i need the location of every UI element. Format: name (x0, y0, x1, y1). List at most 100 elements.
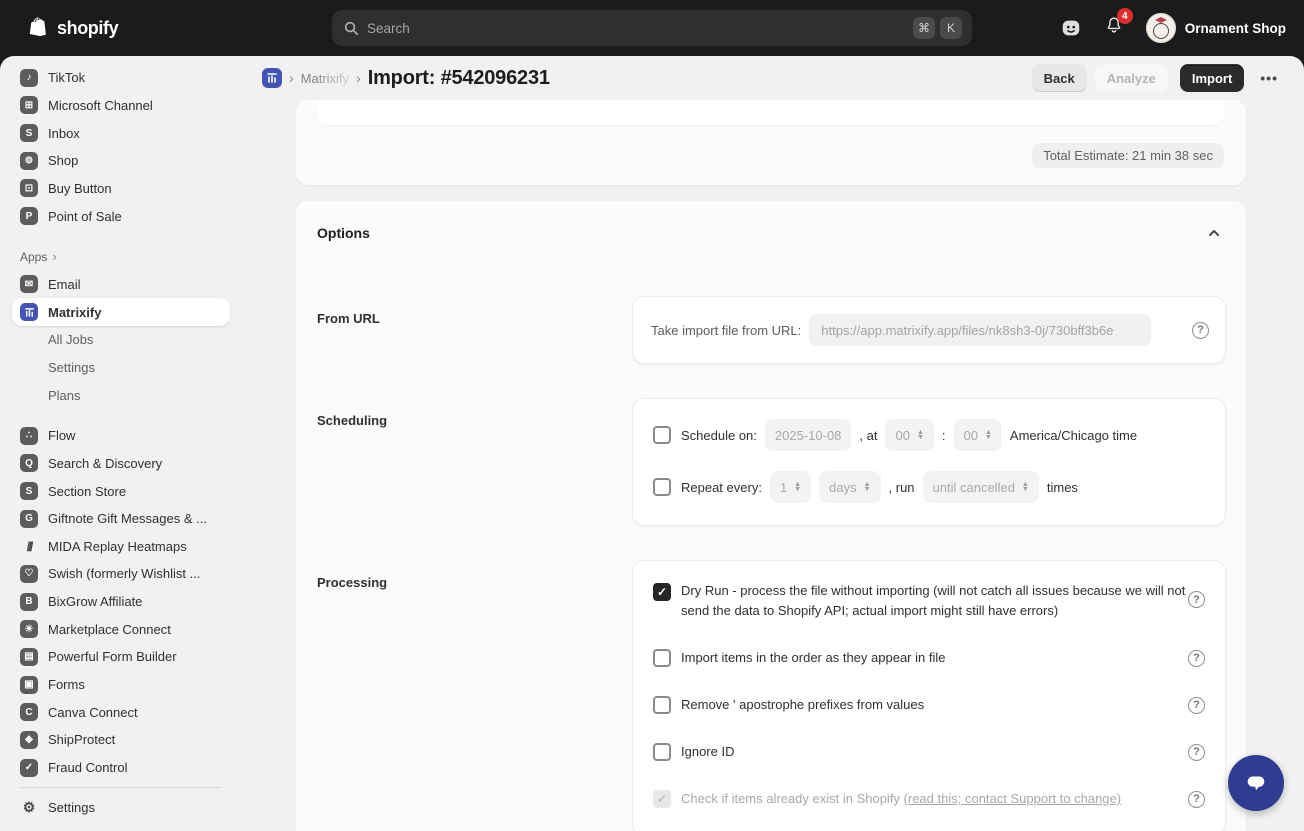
sidebar-item-shipprotect[interactable]: ◈ ShipProtect (12, 726, 230, 754)
sidebar-item-matrixify[interactable]: Matrixify (12, 298, 230, 326)
sidebar-item-bixgrow[interactable]: B BixGrow Affiliate (12, 588, 230, 616)
until-value: until cancelled (932, 479, 1015, 495)
sidebar-item-flow[interactable]: ∴ Flow (12, 422, 230, 450)
sidebar: ♪ TikTok ⊞ Microsoft Channel S Inbox ⊚ S… (0, 56, 240, 831)
email-icon: ✉ (20, 275, 38, 294)
shopify-bag-icon (29, 17, 46, 37)
import-url-input[interactable] (809, 314, 1152, 346)
import-order-label: Import items in the order as they appear… (681, 650, 946, 665)
import-order-option: Import items in the order as they appear… (653, 648, 1205, 668)
help-icon[interactable]: ? (1188, 649, 1205, 667)
import-button[interactable]: Import (1179, 64, 1245, 92)
processing-label: Processing (317, 575, 388, 590)
help-icon[interactable]: ? (1188, 696, 1205, 714)
schedule-hour-stepper[interactable]: 00 ▲ ▼ (885, 419, 934, 451)
sidebar-item-settings[interactable]: ⚙ Settings (12, 793, 230, 821)
minute-value: 00 (963, 427, 978, 443)
unit-value: days (829, 479, 857, 495)
matrixify-icon (20, 303, 38, 322)
sidebar-item-label: Canva Connect (48, 704, 138, 720)
repeat-interval-stepper[interactable]: 1 ▲ ▼ (769, 471, 812, 503)
sidebar-item-email[interactable]: ✉ Email (12, 271, 230, 299)
sidebar-item-search-discovery[interactable]: Q Search & Discovery (12, 450, 230, 478)
chat-bubble-icon (1247, 776, 1265, 791)
check-exists-option: ✓ Check if items already exist in Shopif… (653, 789, 1205, 809)
dry-run-label: Dry Run - process the file without impor… (681, 583, 1186, 618)
search-icon (344, 21, 358, 35)
sidebar-item-forms[interactable]: ▣ Forms (12, 671, 230, 699)
sidebar-item-mida-replay[interactable]: /// MIDA Replay Heatmaps (12, 533, 230, 561)
marketplace-connect-icon: ✳ (20, 620, 38, 639)
chevron-right-icon: › (52, 249, 57, 265)
sidebar-item-inbox[interactable]: S Inbox (12, 119, 230, 147)
timezone-label: America/Chicago time (1009, 427, 1138, 443)
collapse-options-button[interactable] (1202, 221, 1226, 245)
sidebar-item-powerful-form-builder[interactable]: ▤ Powerful Form Builder (12, 643, 230, 671)
run-count-select[interactable]: until cancelled ▲ ▼ (922, 471, 1039, 503)
schedule-minute-stepper[interactable]: 00 ▲ ▼ (953, 419, 1002, 451)
help-icon[interactable]: ? (1192, 321, 1209, 339)
sidebar-item-point-of-sale[interactable]: P Point of Sale (12, 202, 230, 230)
repeat-every-checkbox[interactable] (653, 478, 671, 496)
stepper-down-icon[interactable]: ▼ (985, 434, 992, 441)
sidebar-item-matrixify-settings[interactable]: Settings (12, 354, 230, 382)
breadcrumb-app[interactable]: Matrixify (301, 71, 349, 86)
import-order-checkbox[interactable] (653, 649, 671, 667)
help-icon[interactable]: ? (1188, 790, 1205, 808)
sidebar-item-swish[interactable]: ♡ Swish (formerly Wishlist ... (12, 560, 230, 588)
sidebar-item-label: MIDA Replay Heatmaps (48, 538, 187, 554)
repeat-unit-select[interactable]: days ▲ ▼ (819, 471, 881, 503)
schedule-on-checkbox[interactable] (653, 426, 671, 444)
sidebar-apps-header[interactable]: Apps › (12, 243, 230, 271)
stepper-down-icon[interactable]: ▼ (917, 434, 924, 441)
sidebar-item-giftnote[interactable]: G Giftnote Gift Messages & ... (12, 505, 230, 533)
ignore-id-label: Ignore ID (681, 744, 735, 759)
sidebar-item-marketplace-connect[interactable]: ✳ Marketplace Connect (12, 615, 230, 643)
ignore-id-option: Ignore ID ? (653, 742, 1205, 762)
sidebar-item-shop[interactable]: ⊚ Shop (12, 147, 230, 175)
sidebar-item-section-store[interactable]: S Section Store (12, 477, 230, 505)
repeat-every-label: Repeat every: (681, 479, 762, 495)
microsoft-channel-icon: ⊞ (20, 96, 38, 115)
times-label: times (1046, 479, 1078, 495)
stepper-down-icon[interactable]: ▼ (794, 486, 801, 493)
sidebar-item-label: ShipProtect (48, 732, 116, 748)
sidebar-item-microsoft-channel[interactable]: ⊞ Microsoft Channel (12, 92, 230, 120)
sidebar-subitem-label: All Jobs (48, 332, 94, 348)
help-icon[interactable]: ? (1188, 743, 1205, 761)
matrixify-breadcrumb-icon[interactable] (262, 68, 282, 88)
chat-launcher-button[interactable] (1228, 755, 1284, 811)
remove-apostrophe-checkbox[interactable] (653, 696, 671, 714)
more-actions-button[interactable]: ••• (1252, 64, 1286, 92)
shopify-logo[interactable]: shopify (28, 16, 119, 40)
section-store-icon: S (20, 482, 38, 501)
remove-apostrophe-option: Remove ' apostrophe prefixes from values… (653, 695, 1205, 715)
search-discovery-icon: Q (20, 454, 38, 473)
sidebar-item-canva-connect[interactable]: C Canva Connect (12, 698, 230, 726)
notifications-button[interactable]: 4 (1104, 8, 1133, 41)
from-url-label: From URL (317, 311, 380, 326)
sidebar-item-label: Email (48, 276, 81, 292)
sidebar-item-label: Powerful Form Builder (48, 649, 177, 665)
read-this-link[interactable]: (read this; contact Support to change) (904, 791, 1122, 806)
schedule-date-input[interactable]: 2025-10-08 (764, 419, 852, 451)
estimate-card: Total Estimate: 21 min 38 sec (296, 100, 1246, 185)
scheduling-label: Scheduling (317, 413, 388, 428)
shipprotect-icon: ◈ (20, 730, 38, 749)
dry-run-checkbox[interactable]: ✓ (653, 583, 671, 601)
global-search-input[interactable]: Search ⌘ K (332, 10, 972, 46)
sidekick-icon[interactable] (1060, 17, 1082, 39)
sidebar-item-fraud-control[interactable]: ✓ Fraud Control (12, 754, 230, 782)
ignore-id-checkbox[interactable] (653, 743, 671, 761)
analyze-button[interactable]: Analyze (1094, 64, 1168, 92)
shopify-wordmark: shopify (57, 17, 119, 38)
check-exists-label: Check if items already exist in Shopify … (681, 789, 1186, 809)
sidebar-item-all-jobs[interactable]: All Jobs (12, 326, 230, 354)
back-button[interactable]: Back (1031, 64, 1087, 92)
sidebar-item-tiktok[interactable]: ♪ TikTok (12, 64, 230, 92)
sidebar-item-plans[interactable]: Plans (12, 381, 230, 409)
shop-menu[interactable]: Ornament Shop (1145, 13, 1286, 43)
sidebar-item-label: Search & Discovery (48, 455, 163, 471)
help-icon[interactable]: ? (1188, 591, 1205, 608)
sidebar-item-buy-button[interactable]: ⊡ Buy Button (12, 175, 230, 203)
